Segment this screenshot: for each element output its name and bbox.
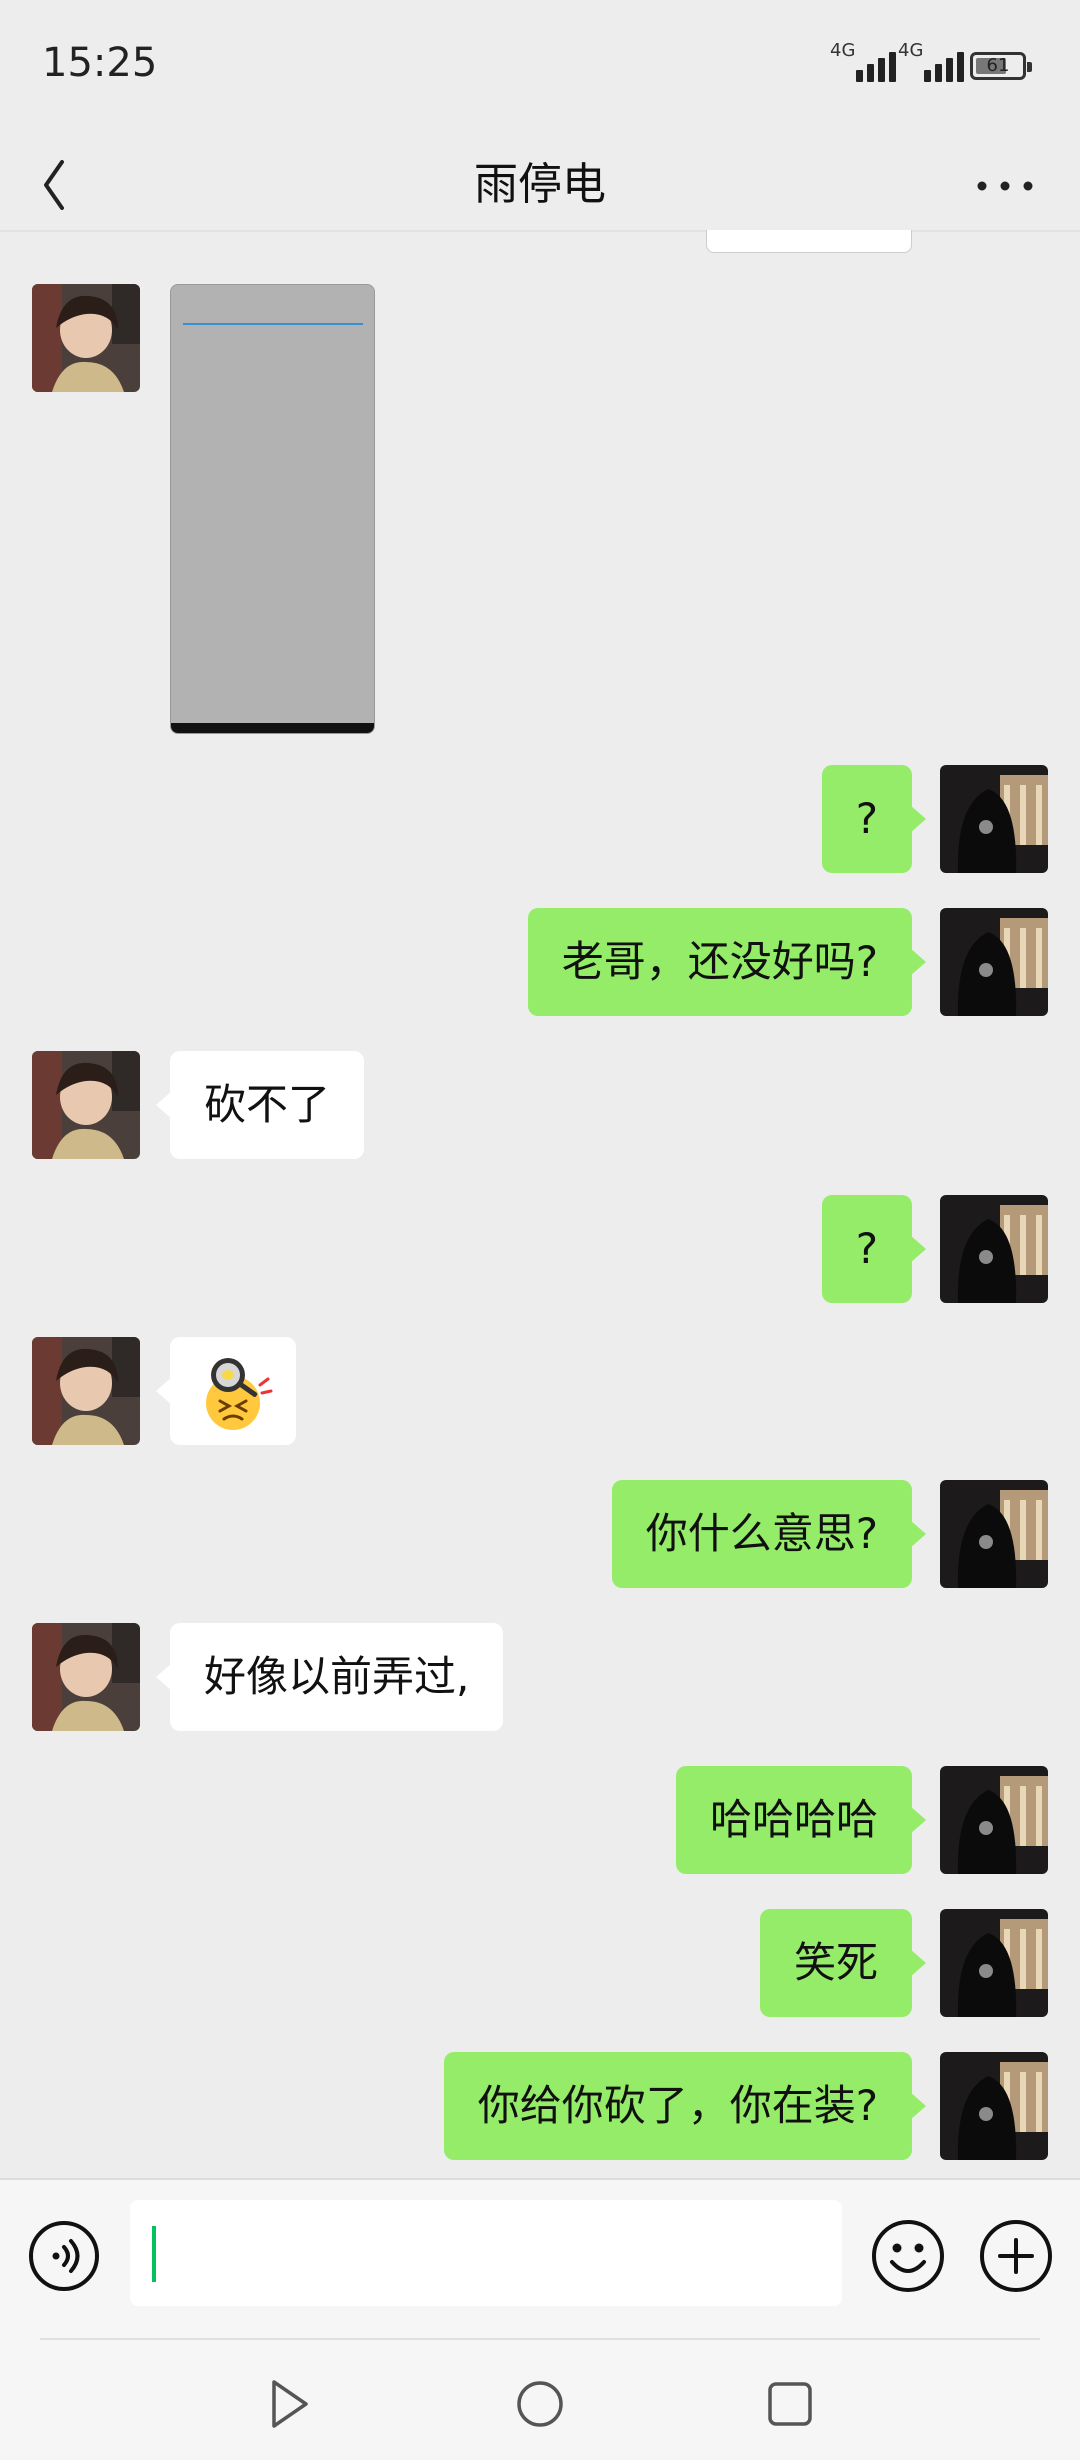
battery-icon: 61 [970, 52, 1032, 80]
hooded-figure-avatar-icon [940, 1766, 1048, 1874]
my-avatar[interactable] [940, 2052, 1048, 2160]
hooded-figure-avatar-icon [940, 1480, 1048, 1588]
more-button[interactable] [970, 160, 1040, 200]
signal-label: 4G [898, 40, 924, 61]
chat-image-message[interactable] [170, 284, 375, 734]
more-actions-button[interactable] [978, 2218, 1054, 2294]
voice-icon [29, 2221, 99, 2291]
message-bubble-received[interactable]: 砍不了 [155, 1051, 365, 1159]
signal-icon: 4G [830, 40, 896, 82]
chat-title: 雨停电 [474, 159, 606, 210]
anime-avatar-icon [32, 1337, 140, 1445]
anime-avatar-icon [32, 284, 140, 392]
more-dots-icon [977, 181, 1033, 191]
signal-label: 4G [830, 40, 856, 61]
my-avatar[interactable] [940, 908, 1048, 1016]
my-avatar[interactable] [940, 1195, 1048, 1303]
hooded-figure-avatar-icon [940, 908, 1048, 1016]
my-avatar[interactable] [940, 1766, 1048, 1874]
status-time: 15:25 [42, 40, 158, 86]
message-bubble-received[interactable]: 好像以前弄过, [155, 1623, 504, 1731]
message-bubble-sent[interactable]: 老哥，还没好吗? [527, 908, 927, 1016]
status-bar: 15:25 4G 4G 61 [0, 0, 1080, 120]
message-bubble-sent[interactable]: 笑死 [759, 1909, 927, 2017]
frying-pan-angry-face-icon [206, 1358, 273, 1430]
anime-avatar-icon [32, 1051, 140, 1159]
my-avatar[interactable] [940, 765, 1048, 873]
message-input-bar [0, 2178, 1080, 2338]
message-bubble-sent[interactable]: ? [821, 765, 927, 873]
contact-avatar[interactable] [32, 1051, 140, 1159]
header-divider [0, 230, 1080, 232]
contact-avatar[interactable] [32, 284, 140, 392]
sticker-message[interactable] [156, 1337, 296, 1445]
plus-icon [980, 2220, 1052, 2292]
recents-square-icon[interactable] [766, 2380, 814, 2428]
emoji-button[interactable] [870, 2218, 946, 2294]
my-avatar[interactable] [940, 1480, 1048, 1588]
hooded-figure-avatar-icon [940, 1909, 1048, 2017]
text-caret [152, 2226, 156, 2282]
hooded-figure-avatar-icon [940, 1195, 1048, 1303]
chat-header: 雨停电 [0, 120, 1080, 230]
signal-icon: 4G [898, 40, 964, 82]
message-input[interactable] [130, 2200, 842, 2306]
hooded-figure-avatar-icon [940, 765, 1048, 873]
message-bubble-sent[interactable]: 哈哈哈哈 [675, 1766, 927, 1874]
contact-avatar[interactable] [32, 1337, 140, 1445]
previous-message-edge [706, 230, 912, 253]
voice-input-button[interactable] [28, 2220, 100, 2292]
smiley-icon [872, 2220, 944, 2292]
my-avatar[interactable] [940, 1909, 1048, 2017]
home-circle-icon[interactable] [516, 2380, 564, 2428]
message-bubble-sent[interactable]: ? [821, 1195, 927, 1303]
system-navigation-bar [0, 2338, 1080, 2460]
contact-avatar[interactable] [32, 1623, 140, 1731]
hooded-figure-avatar-icon [940, 2052, 1048, 2160]
battery-level: 61 [986, 55, 1010, 76]
message-bubble-sent[interactable]: 你什么意思? [611, 1480, 927, 1588]
message-bubble-sent[interactable]: 你给你砍了，你在装? [443, 2052, 927, 2160]
anime-avatar-icon [32, 1623, 140, 1731]
back-triangle-icon[interactable] [268, 2378, 312, 2430]
